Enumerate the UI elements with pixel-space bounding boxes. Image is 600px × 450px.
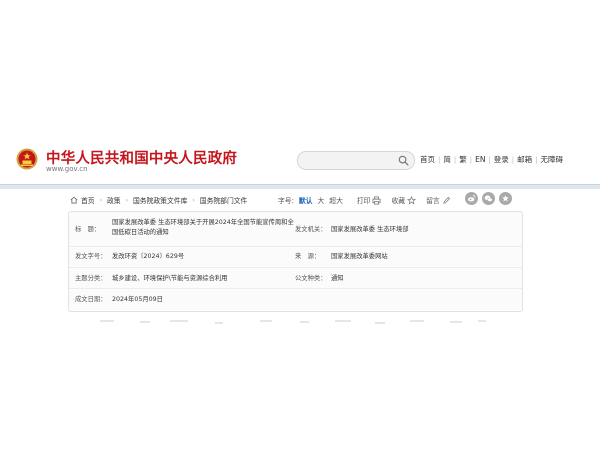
weibo-icon [467, 194, 476, 202]
topic-value: 城乡建设、环境保护\节能与资源综合利用 [112, 275, 228, 282]
issuer-label: 发文机关： [295, 226, 327, 233]
search-icon[interactable] [398, 155, 409, 166]
doc-number-label: 发文字号： [75, 253, 107, 260]
comment-button[interactable]: 留言 [426, 195, 440, 205]
star-share-icon [502, 195, 509, 202]
site-header: 中华人民共和国中央人民政府 www.gov.cn 首页 | 简 | 繁 | EN… [0, 128, 600, 180]
nav-separator: | [511, 155, 515, 164]
top-nav: 首页 | 简 | 繁 | EN | 登录 | 邮箱 | 无障碍 [420, 154, 563, 165]
date-value: 2024年05月09日 [112, 296, 163, 303]
document-info-panel: 标 题： 国家发展改革委 生态环境部关于开展2024年全国节能宣传周和全 国低碳… [68, 211, 523, 312]
topic-label: 主题分类： [75, 275, 107, 282]
title-value-line: 国家发展改革委 生态环境部关于开展2024年全国节能宣传周和全 [112, 219, 294, 226]
row-divider [69, 288, 522, 289]
breadcrumb: 首页 › 政策 › 国务院政策文件库 › 国务院部门文件 [70, 193, 247, 207]
doc-number-value: 发改环资〔2024〕629号 [112, 253, 185, 260]
chevron-right-icon: › [192, 196, 195, 204]
breadcrumb-policy-library[interactable]: 国务院政策文件库 [133, 195, 187, 205]
date-label: 成文日期： [75, 296, 107, 303]
article-toolbar: 字号: 默认 大 超大 打印 收藏 留言 [278, 193, 453, 207]
nav-separator: | [535, 155, 538, 164]
weibo-share-button[interactable] [465, 192, 478, 205]
font-size-label: 字号: [278, 197, 294, 205]
pencil-icon[interactable] [442, 196, 451, 205]
title-label: 标 题： [75, 226, 101, 233]
national-emblem-icon[interactable] [16, 148, 38, 170]
home-icon [70, 196, 78, 204]
search-input[interactable] [306, 154, 394, 166]
favorite-button[interactable]: 收藏 [391, 195, 405, 205]
title-value-line: 国低碳日活动的通知 [112, 228, 169, 236]
font-size-xlarge[interactable]: 超大 [329, 195, 343, 205]
row-divider [69, 267, 522, 268]
nav-login[interactable]: 登录 [494, 154, 509, 165]
wechat-share-button[interactable] [482, 192, 495, 205]
font-size-default[interactable]: 默认 [299, 195, 313, 205]
doc-type-value: 通知 [331, 275, 344, 282]
breadcrumb-home[interactable]: 首页 [81, 195, 95, 205]
qzone-share-button[interactable] [499, 192, 512, 205]
site-domain: www.gov.cn [46, 165, 88, 173]
font-size-large[interactable]: 大 [317, 195, 324, 205]
print-button[interactable]: 打印 [357, 195, 371, 205]
nav-separator: | [488, 155, 491, 164]
breadcrumb-department-docs[interactable]: 国务院部门文件 [200, 195, 248, 205]
nav-traditional[interactable]: 繁 [459, 154, 467, 165]
nav-home[interactable]: 首页 [420, 154, 435, 165]
star-icon[interactable] [407, 195, 417, 205]
breadcrumb-policy[interactable]: 政策 [107, 195, 121, 205]
nav-simplified[interactable]: 简 [443, 154, 451, 165]
wechat-icon [484, 195, 493, 202]
nav-separator: | [453, 155, 457, 164]
source-value: 国家发展改革委网站 [331, 253, 388, 260]
chevron-right-icon: › [99, 196, 102, 204]
search-box[interactable] [297, 151, 415, 170]
source-label: 来 源： [295, 253, 321, 260]
nav-mail[interactable]: 邮箱 [517, 154, 532, 165]
nav-english[interactable]: EN [475, 155, 485, 164]
chevron-right-icon: › [125, 196, 128, 204]
nav-accessibility[interactable]: 无障碍 [541, 154, 564, 165]
nav-separator: | [438, 155, 441, 164]
title-value: 国家发展改革委 生态环境部关于开展2024年全国节能宣传周和全 国低碳日活动的通… [112, 218, 300, 237]
issuer-value: 国家发展改革委 生态环境部 [331, 226, 409, 233]
doc-type-label: 公文种类： [295, 275, 327, 282]
printer-icon[interactable] [372, 195, 381, 205]
header-divider-line [0, 184, 600, 185]
row-divider [69, 246, 522, 247]
nav-separator: | [469, 155, 473, 164]
